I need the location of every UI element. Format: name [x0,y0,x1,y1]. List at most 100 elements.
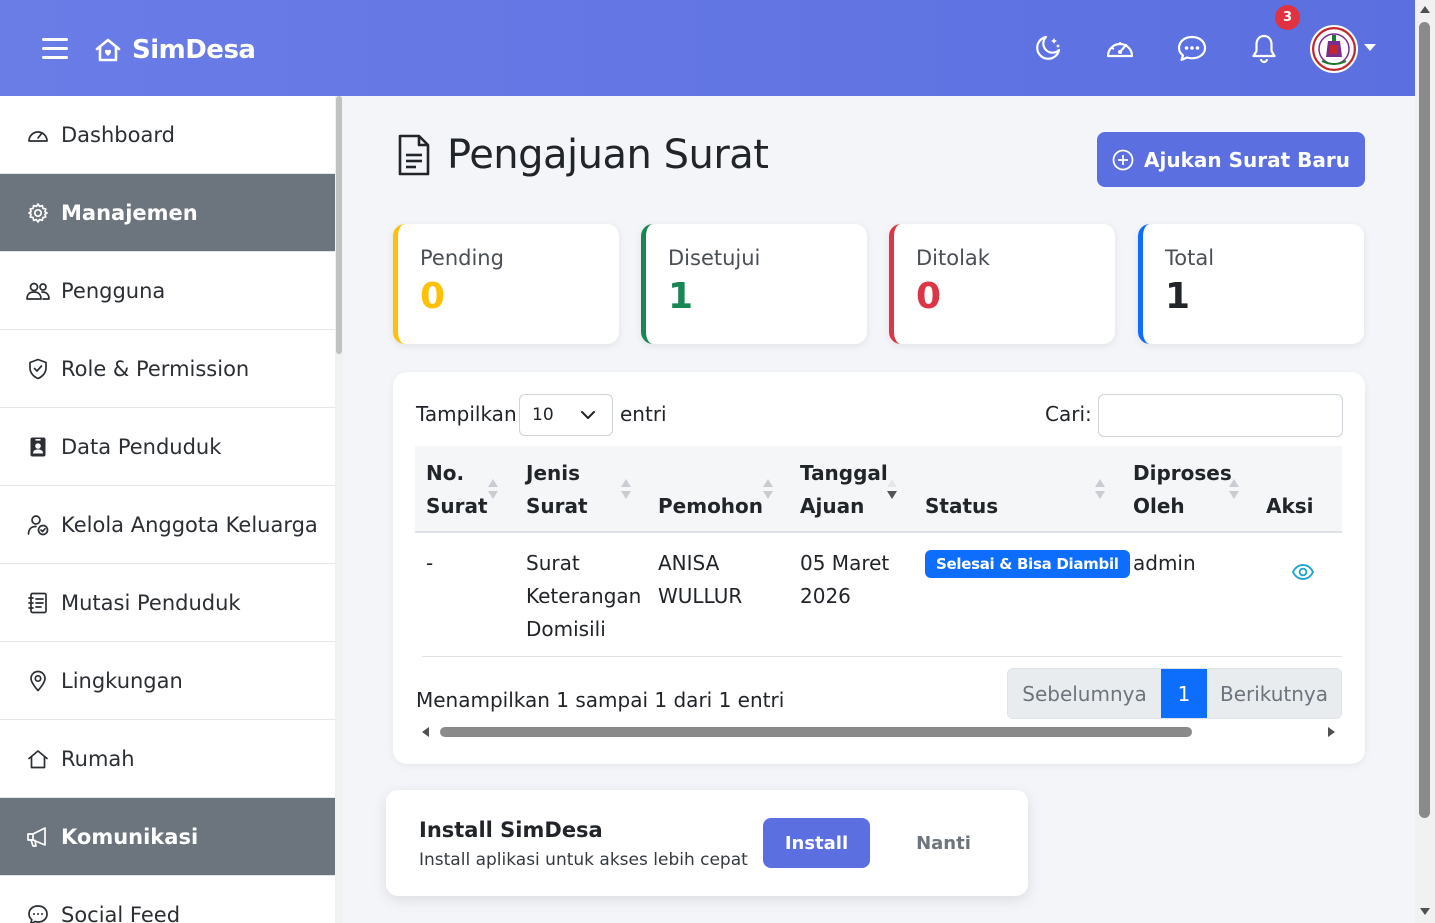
column-header-jenis[interactable]: Jenis Surat [526,457,588,523]
sort-both-icon[interactable] [620,477,632,501]
sidebar-item-label: Kelola Anggota Keluarga [61,512,318,537]
sidebar-item-dashboard[interactable]: Dashboard [0,96,335,174]
person-check-icon [26,513,50,537]
sidebar-item-rumah[interactable]: Rumah [0,720,335,798]
sort-desc-icon[interactable] [886,477,898,501]
column-header-pemohon[interactable]: Pemohon [658,490,763,523]
page-title: Pengajuan Surat [447,132,769,178]
chat-dots-icon[interactable] [1174,30,1210,66]
people-icon [26,279,50,303]
next-page-button[interactable]: Berikutnya [1207,669,1341,718]
stat-value: 0 [916,276,942,317]
column-header-aksi: Aksi [1266,494,1314,518]
journal-icon [26,591,50,615]
eye-icon[interactable] [1291,562,1315,582]
sidebar-item-social-feed[interactable]: Social Feed [0,876,335,923]
menu-toggle-icon[interactable] [42,38,68,60]
row-divider [422,656,1342,657]
column-header-diproses[interactable]: Diproses Oleh [1133,457,1232,523]
sidebar-item-lingkungan[interactable]: Lingkungan [0,642,335,720]
sidebar-item-role-permission[interactable]: Role & Permission [0,330,335,408]
install-button[interactable]: Install [763,818,870,868]
scroll-down-icon[interactable] [1420,908,1430,915]
sidebar-item-komunikasi[interactable]: Komunikasi [0,798,335,876]
person-badge-icon [26,435,50,459]
sidebar-item-kelola-anggota-keluarga[interactable]: Kelola Anggota Keluarga [0,486,335,564]
sidebar-item-mutasi-penduduk[interactable]: Mutasi Penduduk [0,564,335,642]
sidebar-scrollbar[interactable] [335,96,343,923]
chevron-down-icon [580,407,596,428]
sidebar-item-label: Data Penduduk [61,434,222,459]
sidebar-item-label: Social Feed [61,902,181,923]
column-header-no[interactable]: No. Surat [426,457,488,523]
sort-both-icon[interactable] [487,477,499,501]
install-prompt: Install SimDesa Install aplikasi untuk a… [386,790,1028,896]
sidebar-item-label: Role & Permission [61,356,250,381]
sidebar-item-label: Rumah [61,746,135,771]
show-label: Tampilkan [416,402,517,426]
plus-circle-icon [1112,149,1134,171]
stat-label: Total [1165,246,1215,270]
search-input[interactable] [1098,394,1343,437]
page-scrollbar[interactable] [1415,0,1435,923]
avatar-dropdown-caret-icon[interactable] [1364,44,1376,51]
sidebar-item-label: Manajemen [61,200,198,225]
avatar[interactable] [1310,25,1358,73]
install-title: Install SimDesa [419,818,603,842]
cell-tanggal: 05 Maret 2026 [800,551,890,608]
speedometer-icon [26,123,50,147]
village-seal-logo-icon [1312,27,1356,71]
chat-icon [26,903,50,923]
table-horizontal-scrollbar[interactable] [420,725,1340,739]
page-size-value: 10 [532,405,554,425]
sidebar-item-label: Komunikasi [61,824,199,849]
stat-card-rejected: Ditolak 0 [889,224,1115,344]
stat-card-approved: Disetujui 1 [641,224,867,344]
column-header-status[interactable]: Status [925,490,998,523]
gear-icon [26,201,50,225]
sort-both-icon[interactable] [1094,477,1106,501]
new-letter-button[interactable]: Ajukan Surat Baru [1097,132,1365,187]
table-info: Menampilkan 1 sampai 1 dari 1 entri [416,688,785,712]
moon-stars-icon[interactable] [1030,30,1066,66]
cell-jenis: Surat Keterangan Domisili [526,551,642,641]
install-subtitle: Install aplikasi untuk akses lebih cepat [419,850,748,870]
page-1-button[interactable]: 1 [1161,669,1207,718]
cell-pemohon: ANISA WULLUR [658,551,743,608]
house-icon [26,747,50,771]
scroll-right-icon[interactable] [1325,726,1337,738]
stat-label: Ditolak [916,246,990,270]
entries-label: entri [620,402,667,426]
cell-no: - [426,551,434,575]
stat-card-pending: Pending 0 [393,224,619,344]
sidebar-item-pengguna[interactable]: Pengguna [0,252,335,330]
sort-both-icon[interactable] [1228,477,1240,501]
page-size-select[interactable]: 10 [519,394,613,436]
stat-value: 0 [420,276,446,317]
house-heart-icon [95,38,121,62]
scroll-left-icon[interactable] [420,726,432,738]
sidebar-item-manajemen[interactable]: Manajemen [0,174,335,252]
file-text-icon [398,134,430,176]
top-navbar: SimDesa 3 [0,0,1415,96]
geo-pin-icon [26,669,50,693]
page-header: Pengajuan Surat [397,132,769,178]
sidebar: Dashboard Manajemen Pengguna Role & Permiss… [0,96,343,923]
megaphone-icon [26,825,50,849]
notification-badge: 3 [1275,5,1300,30]
prev-page-button[interactable]: Sebelumnya [1008,669,1161,718]
sort-both-icon[interactable] [762,477,774,501]
cell-diproses: admin [1133,551,1196,575]
speedometer-icon[interactable] [1102,30,1138,66]
later-button[interactable]: Nanti [896,818,991,868]
column-header-tanggal[interactable]: Tanggal Ajuan [800,457,888,523]
sidebar-item-label: Mutasi Penduduk [61,590,241,615]
stat-label: Disetujui [668,246,761,270]
sidebar-item-label: Lingkungan [61,668,183,693]
sidebar-item-data-penduduk[interactable]: Data Penduduk [0,408,335,486]
scroll-up-icon[interactable] [1420,6,1430,13]
search-label: Cari: [1045,402,1092,426]
bell-icon[interactable] [1246,30,1282,66]
pagination: Sebelumnya 1 Berikutnya [1007,668,1342,719]
brand[interactable]: SimDesa [94,30,256,70]
